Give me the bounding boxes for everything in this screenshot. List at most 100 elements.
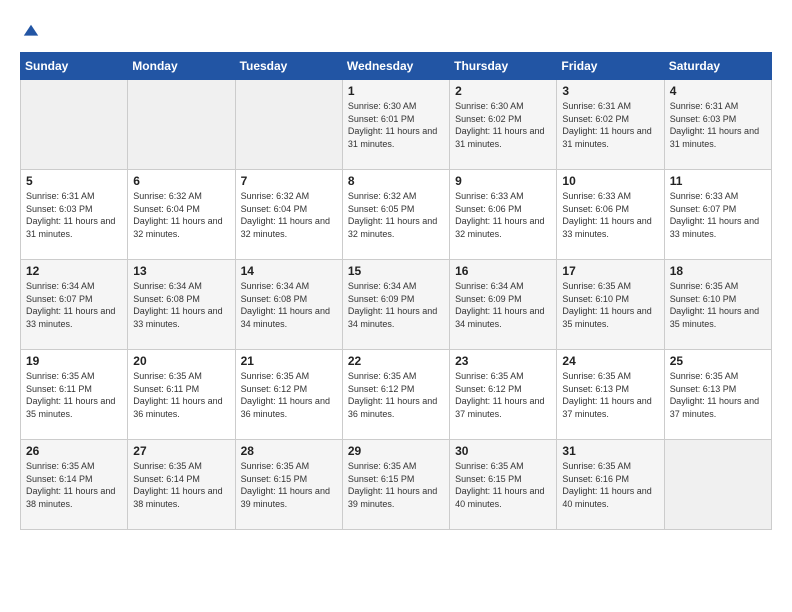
day-number: 9 <box>455 174 551 188</box>
calendar-day-cell: 20Sunrise: 6:35 AMSunset: 6:11 PMDayligh… <box>128 350 235 440</box>
calendar-day-cell: 22 Sunrise: 6:35 AMSunset: 6:12 PMDayligh… <box>342 350 449 440</box>
day-number: 15 <box>348 264 444 278</box>
calendar-day-cell: 17 Sunrise: 6:35 AMSunset: 6:10 PMDayligh… <box>557 260 664 350</box>
calendar-day-cell: 23 Sunrise: 6:35 AMSunset: 6:12 PMDayligh… <box>450 350 557 440</box>
day-of-week-header: Tuesday <box>235 53 342 80</box>
day-info: Sunrise: 6:35 AMSunset: 6:13 PMDaylight:… <box>562 370 658 420</box>
day-number: 27 <box>133 444 229 458</box>
calendar-day-cell: 26 Sunrise: 6:35 AMSunset: 6:14 PMDayligh… <box>21 440 128 530</box>
day-info: Sunrise: 6:35 AMSunset: 6:12 PMDaylight:… <box>348 370 444 420</box>
day-info: Sunrise: 6:35 AMSunset: 6:10 PMDaylight:… <box>562 280 658 330</box>
day-number: 3 <box>562 84 658 98</box>
day-number: 13 <box>133 264 229 278</box>
day-info: Sunrise: 6:34 AMSunset: 6:09 PMDaylight:… <box>348 280 444 330</box>
calendar-day-cell: 2 Sunrise: 6:30 AMSunset: 6:02 PMDaylight… <box>450 80 557 170</box>
calendar-day-cell: 1 Sunrise: 6:30 AMSunset: 6:01 PMDaylight… <box>342 80 449 170</box>
day-of-week-header: Sunday <box>21 53 128 80</box>
day-info: Sunrise: 6:35 AMSunset: 6:10 PMDaylight:… <box>670 280 766 330</box>
calendar-week-row: 26 Sunrise: 6:35 AMSunset: 6:14 PMDayligh… <box>21 440 772 530</box>
calendar-day-cell <box>128 80 235 170</box>
day-info: Sunrise: 6:35 AMSunset: 6:11 PMDaylight:… <box>26 370 122 420</box>
day-number: 18 <box>670 264 766 278</box>
calendar-day-cell: 31 Sunrise: 6:35 AMSunset: 6:16 PMDayligh… <box>557 440 664 530</box>
calendar-week-row: 1 Sunrise: 6:30 AMSunset: 6:01 PMDaylight… <box>21 80 772 170</box>
day-info: Sunrise: 6:35 AMSunset: 6:14 PMDaylight:… <box>26 460 122 510</box>
calendar-day-cell <box>664 440 771 530</box>
day-info: Sunrise: 6:34 AMSunset: 6:08 PMDaylight:… <box>241 280 337 330</box>
day-of-week-header: Saturday <box>664 53 771 80</box>
calendar-header: SundayMondayTuesdayWednesdayThursdayFrid… <box>21 53 772 80</box>
day-info: Sunrise: 6:35 AMSunset: 6:15 PMDaylight:… <box>348 460 444 510</box>
calendar-week-row: 19 Sunrise: 6:35 AMSunset: 6:11 PMDayligh… <box>21 350 772 440</box>
calendar-day-cell: 9 Sunrise: 6:33 AMSunset: 6:06 PMDaylight… <box>450 170 557 260</box>
day-of-week-header: Wednesday <box>342 53 449 80</box>
day-number: 5 <box>26 174 122 188</box>
day-number: 8 <box>348 174 444 188</box>
calendar-day-cell: 10Sunrise: 6:33 AMSunset: 6:06 PMDayligh… <box>557 170 664 260</box>
day-number: 6 <box>133 174 229 188</box>
day-info: Sunrise: 6:35 AMSunset: 6:14 PMDaylight:… <box>133 460 229 510</box>
day-info: Sunrise: 6:34 AMSunset: 6:09 PMDaylight:… <box>455 280 551 330</box>
day-number: 10 <box>562 174 658 188</box>
calendar-day-cell: 5 Sunrise: 6:31 AMSunset: 6:03 PMDaylight… <box>21 170 128 260</box>
days-of-week-row: SundayMondayTuesdayWednesdayThursdayFrid… <box>21 53 772 80</box>
logo <box>20 20 40 42</box>
day-info: Sunrise: 6:35 AMSunset: 6:15 PMDaylight:… <box>455 460 551 510</box>
calendar-week-row: 5 Sunrise: 6:31 AMSunset: 6:03 PMDaylight… <box>21 170 772 260</box>
calendar-day-cell: 21Sunrise: 6:35 AMSunset: 6:12 PMDayligh… <box>235 350 342 440</box>
day-info: Sunrise: 6:31 AMSunset: 6:03 PMDaylight:… <box>26 190 122 240</box>
calendar-day-cell: 4 Sunrise: 6:31 AMSunset: 6:03 PMDaylight… <box>664 80 771 170</box>
day-info: Sunrise: 6:30 AMSunset: 6:01 PMDaylight:… <box>348 100 444 150</box>
day-of-week-header: Thursday <box>450 53 557 80</box>
calendar-day-cell: 3 Sunrise: 6:31 AMSunset: 6:02 PMDaylight… <box>557 80 664 170</box>
calendar-day-cell: 18 Sunrise: 6:35 AMSunset: 6:10 PMDayligh… <box>664 260 771 350</box>
calendar-day-cell <box>21 80 128 170</box>
day-number: 26 <box>26 444 122 458</box>
day-number: 23 <box>455 354 551 368</box>
day-number: 19 <box>26 354 122 368</box>
day-number: 12 <box>26 264 122 278</box>
day-info: Sunrise: 6:31 AMSunset: 6:02 PMDaylight:… <box>562 100 658 150</box>
day-info: Sunrise: 6:35 AMSunset: 6:13 PMDaylight:… <box>670 370 766 420</box>
calendar-day-cell: 11Sunrise: 6:33 AMSunset: 6:07 PMDayligh… <box>664 170 771 260</box>
day-number: 2 <box>455 84 551 98</box>
day-info: Sunrise: 6:33 AMSunset: 6:06 PMDaylight:… <box>455 190 551 240</box>
day-info: Sunrise: 6:34 AMSunset: 6:08 PMDaylight:… <box>133 280 229 330</box>
calendar-day-cell: 6 Sunrise: 6:32 AMSunset: 6:04 PMDaylight… <box>128 170 235 260</box>
day-number: 1 <box>348 84 444 98</box>
day-of-week-header: Monday <box>128 53 235 80</box>
day-info: Sunrise: 6:35 AMSunset: 6:16 PMDaylight:… <box>562 460 658 510</box>
day-info: Sunrise: 6:31 AMSunset: 6:03 PMDaylight:… <box>670 100 766 150</box>
day-number: 17 <box>562 264 658 278</box>
day-number: 31 <box>562 444 658 458</box>
day-info: Sunrise: 6:33 AMSunset: 6:07 PMDaylight:… <box>670 190 766 240</box>
day-number: 30 <box>455 444 551 458</box>
calendar-day-cell: 12 Sunrise: 6:34 AMSunset: 6:07 PMDayligh… <box>21 260 128 350</box>
calendar-day-cell: 30 Sunrise: 6:35 AMSunset: 6:15 PMDayligh… <box>450 440 557 530</box>
calendar-day-cell <box>235 80 342 170</box>
calendar-day-cell: 19 Sunrise: 6:35 AMSunset: 6:11 PMDayligh… <box>21 350 128 440</box>
calendar-day-cell: 14Sunrise: 6:34 AMSunset: 6:08 PMDayligh… <box>235 260 342 350</box>
calendar-day-cell: 8Sunrise: 6:32 AMSunset: 6:05 PMDaylight… <box>342 170 449 260</box>
day-number: 28 <box>241 444 337 458</box>
calendar-day-cell: 16 Sunrise: 6:34 AMSunset: 6:09 PMDayligh… <box>450 260 557 350</box>
day-info: Sunrise: 6:32 AMSunset: 6:04 PMDaylight:… <box>133 190 229 240</box>
day-number: 20 <box>133 354 229 368</box>
day-number: 22 <box>348 354 444 368</box>
calendar-day-cell: 28 Sunrise: 6:35 AMSunset: 6:15 PMDayligh… <box>235 440 342 530</box>
calendar-body: 1 Sunrise: 6:30 AMSunset: 6:01 PMDaylight… <box>21 80 772 530</box>
day-info: Sunrise: 6:35 AMSunset: 6:12 PMDaylight:… <box>455 370 551 420</box>
day-number: 7 <box>241 174 337 188</box>
day-info: Sunrise: 6:35 AMSunset: 6:15 PMDaylight:… <box>241 460 337 510</box>
calendar-day-cell: 24Sunrise: 6:35 AMSunset: 6:13 PMDayligh… <box>557 350 664 440</box>
logo-icon <box>22 23 40 41</box>
day-info: Sunrise: 6:30 AMSunset: 6:02 PMDaylight:… <box>455 100 551 150</box>
day-info: Sunrise: 6:35 AMSunset: 6:12 PMDaylight:… <box>241 370 337 420</box>
day-info: Sunrise: 6:34 AMSunset: 6:07 PMDaylight:… <box>26 280 122 330</box>
day-number: 4 <box>670 84 766 98</box>
calendar-table: SundayMondayTuesdayWednesdayThursdayFrid… <box>20 52 772 530</box>
day-number: 16 <box>455 264 551 278</box>
calendar-day-cell: 15 Sunrise: 6:34 AMSunset: 6:09 PMDayligh… <box>342 260 449 350</box>
calendar-day-cell: 7Sunrise: 6:32 AMSunset: 6:04 PMDaylight… <box>235 170 342 260</box>
day-number: 29 <box>348 444 444 458</box>
